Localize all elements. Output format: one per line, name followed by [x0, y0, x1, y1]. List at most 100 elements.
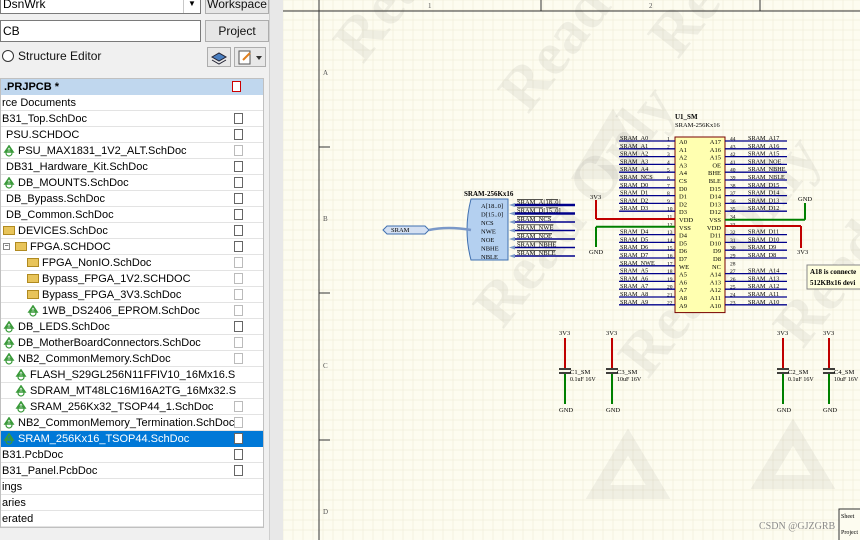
tree-item[interactable]: ings	[1, 479, 263, 495]
net-label: SRAM_NBHE	[517, 242, 556, 249]
ic-pin-name: D4	[679, 233, 688, 240]
project-header-row[interactable]: .PRJPCB *	[1, 79, 263, 95]
tree-item[interactable]: DB_MOUNTS.SchDoc	[1, 175, 263, 191]
net-label: SRAM_NOE	[748, 158, 782, 165]
net-label: SRAM_D[15..0]	[517, 208, 561, 215]
ic-pin-name: A17	[710, 139, 722, 146]
tree-item[interactable]: B31.PcbDoc	[1, 447, 263, 463]
document-icon	[234, 145, 243, 156]
ic-pin-name: VSS	[709, 217, 721, 224]
credit-watermark: CSDN @GJZGRB	[759, 521, 835, 532]
tree-item[interactable]: DB_Common.SchDoc	[1, 207, 263, 223]
document-menu-button[interactable]	[234, 47, 266, 67]
tree-item[interactable]: PSU_MAX1831_1V2_ALT.SchDoc	[1, 143, 263, 159]
tree-item[interactable]: Bypass_FPGA_3V3.SchDoc	[1, 287, 263, 303]
tree-item[interactable]: erated	[1, 511, 263, 527]
gnd-label: GND	[589, 249, 603, 256]
net-label: SRAM_D0	[620, 182, 648, 189]
tree-item[interactable]: FPGA_NonIO.SchDoc	[1, 255, 263, 271]
tree-item[interactable]: aries	[1, 495, 263, 511]
layers-icon-button[interactable]	[207, 47, 231, 67]
tree-item[interactable]: B31_Top.SchDoc	[1, 111, 263, 127]
capacitor-name: C3_SM	[617, 369, 637, 376]
net-label: SRAM_D5	[620, 236, 648, 243]
net-label: SRAM_A[18..0]	[517, 199, 561, 206]
ic-pin-name: A16	[710, 147, 722, 154]
panel-splitter[interactable]	[269, 0, 284, 540]
tree-item[interactable]: Bypass_FPGA_1V2.SCHDOC	[1, 271, 263, 287]
tree-item[interactable]: DB_Bypass.SchDoc	[1, 191, 263, 207]
tree-item[interactable]: rce Documents	[1, 95, 263, 111]
tree-item[interactable]: B31_Panel.PcbDoc	[1, 463, 263, 479]
net-label: SRAM_A16	[748, 143, 779, 150]
ic-pin-name: D13	[710, 201, 721, 208]
ic-pin-name: WE	[679, 264, 689, 271]
tree-item[interactable]: DB_MotherBoardConnectors.SchDoc	[1, 335, 263, 351]
net-label: SRAM_A17	[748, 135, 779, 142]
document-icon	[234, 337, 243, 348]
compiled-sheet-icon	[3, 177, 15, 189]
ic-pin-name: D8	[713, 256, 721, 263]
compiled-sheet-icon	[3, 321, 15, 333]
net-label: SRAM_A9	[620, 299, 648, 306]
zone-number: 2	[649, 2, 653, 10]
project-button[interactable]: Project	[205, 20, 269, 42]
net-label: SRAM_NBLE	[517, 250, 556, 257]
tree-item-label: Bypass_FPGA_1V2.SCHDOC	[42, 273, 191, 285]
tree-item[interactable]: 1WB_DS2406_EPROM.SchDoc	[1, 303, 263, 319]
tree-item[interactable]: NB2_CommonMemory.SchDoc	[1, 351, 263, 367]
zone-letter: B	[323, 215, 328, 223]
tree-item[interactable]: SDRAM_MT48LC16M16A2TG_16Mx32.S	[1, 383, 263, 399]
bus-entry	[428, 226, 472, 232]
ic-pin-name: A9	[679, 303, 687, 310]
ic-pin-name: CS	[679, 178, 687, 185]
ic-pin-name: A8	[679, 295, 687, 302]
workspace-combo[interactable]: DsnWrk ▼	[0, 0, 201, 14]
tree-item[interactable]: PSU.SCHDOC	[1, 127, 263, 143]
power-label: 3V3	[823, 330, 834, 337]
ic-pin-name: D7	[679, 256, 688, 263]
structure-editor-radio[interactable]	[2, 50, 14, 62]
sheet-entry-arrow	[509, 220, 515, 224]
tree-item-label: rce Documents	[2, 97, 76, 109]
document-icon	[234, 305, 243, 316]
ic-pin-name: A2	[679, 155, 687, 162]
project-tree[interactable]: .PRJPCB * rce Documents B31_Top.SchDoc PSU…	[0, 78, 264, 528]
tree-item-selected[interactable]: SRAM_256Kx16_TSOP44.SchDoc	[1, 431, 263, 447]
net-label: SRAM_D14	[748, 190, 779, 197]
tree-item-label: B31_Top.SchDoc	[2, 113, 87, 125]
collapse-icon[interactable]: −	[3, 243, 10, 250]
zone-letter: D	[323, 508, 328, 516]
tree-item-label: DB_Bypass.SchDoc	[6, 193, 106, 205]
tree-item[interactable]: DEVICES.SchDoc	[1, 223, 263, 239]
project-input[interactable]: CB	[0, 20, 201, 42]
capacitor-value: 10uF 16V	[834, 377, 859, 383]
power-label: 3V3	[606, 330, 617, 337]
tree-item-label: ings	[2, 481, 23, 493]
note-text: 512KBx16 devi	[810, 279, 855, 287]
sheet-entry-label: A[18..0]	[481, 203, 503, 210]
tree-item-label: DB_MOUNTS.SchDoc	[18, 177, 129, 189]
compiled-sheet-icon	[3, 337, 15, 349]
sheet-entry-label: NBHE	[481, 246, 499, 253]
chevron-down-icon[interactable]: ▼	[183, 0, 200, 13]
watermark-text: Read Only	[635, 0, 860, 69]
workspace-button[interactable]: Workspace	[205, 0, 269, 14]
schematic-sheet[interactable]: Read OnlyRead OnlyRead OnlyRead OnlyRead…	[283, 0, 860, 540]
tree-item[interactable]: DB_LEDS.SchDoc	[1, 319, 263, 335]
tree-item[interactable]: FLASH_S29GL256N11FFIV10_16Mx16.S	[1, 367, 263, 383]
tree-item[interactable]: DB31_Hardware_Kit.SchDoc	[1, 159, 263, 175]
tree-item-label: PSU_MAX1831_1V2_ALT.SchDoc	[18, 145, 187, 157]
compiled-sheet-icon	[27, 305, 39, 317]
tree-item[interactable]: − FPGA.SCHDOC	[1, 239, 263, 255]
tree-item-label: PSU.SCHDOC	[6, 129, 80, 141]
net-label: SRAM_D4	[620, 229, 648, 236]
sheet-entry-label: NBLE	[481, 254, 498, 261]
tree-item[interactable]: NB2_CommonMemory_Termination.SchDoc	[1, 415, 263, 431]
structure-editor-label: Structure Editor	[18, 49, 102, 63]
ic-pin-name: VDD	[707, 225, 721, 232]
tree-item[interactable]: SRAM_256Kx32_TSOP44_1.SchDoc	[1, 399, 263, 415]
ic-pin-name: VSS	[679, 225, 691, 232]
zone-letter: C	[323, 362, 328, 370]
capacitor-value: 10uF 16V	[617, 377, 642, 383]
